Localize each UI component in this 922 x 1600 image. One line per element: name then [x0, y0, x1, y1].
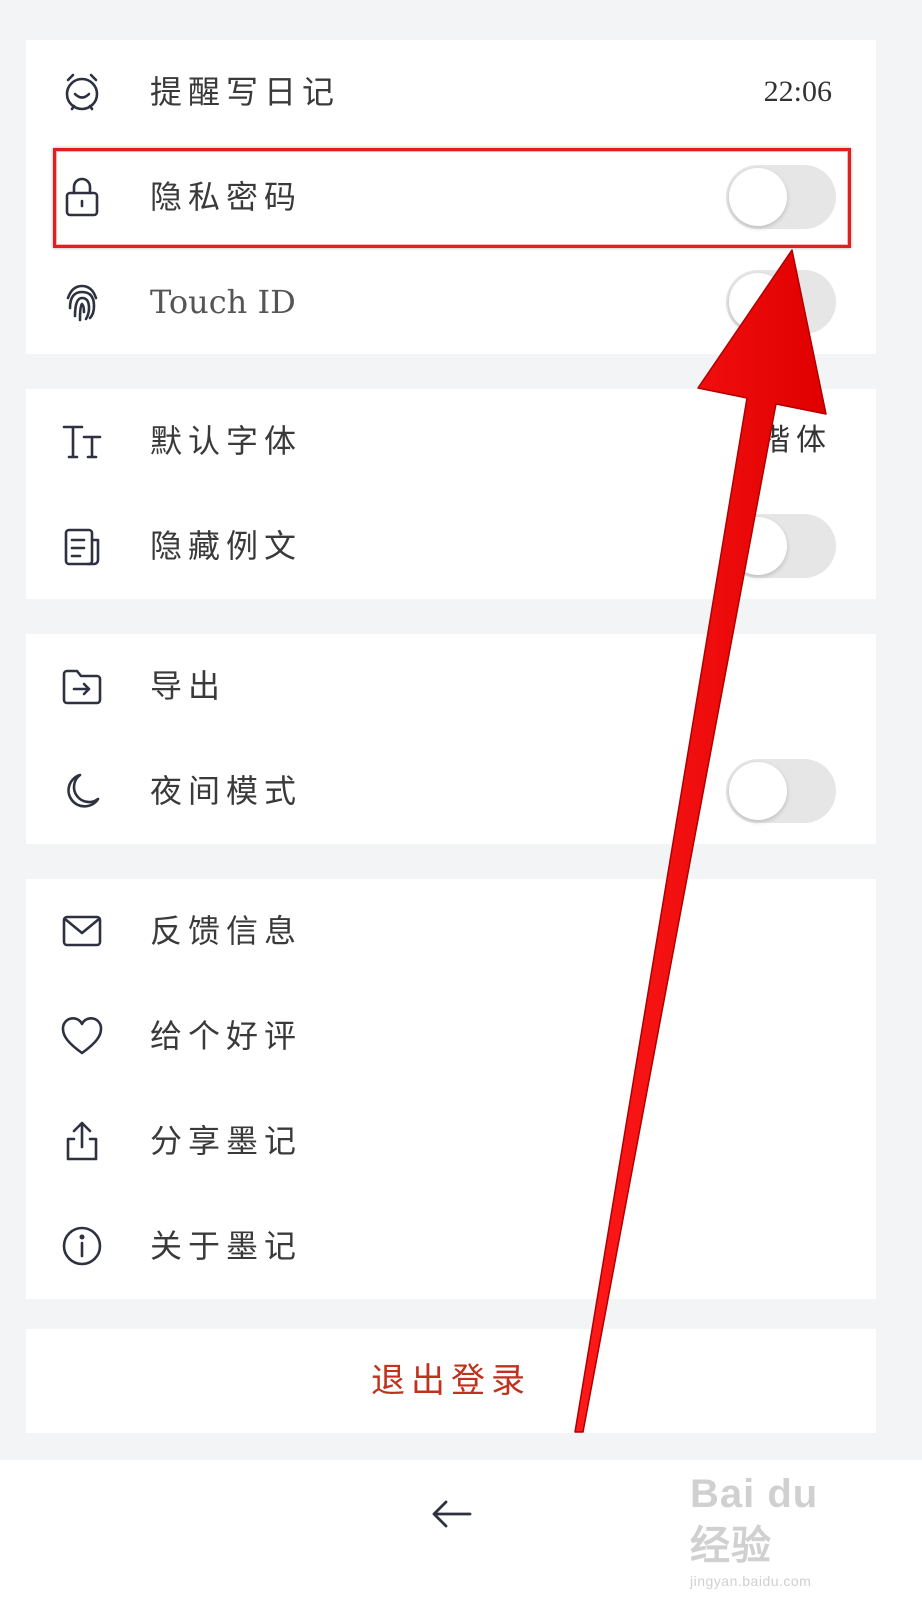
touch-id-row: Touch ID — [26, 250, 876, 354]
settings-group-writing: 默认字体 楷体 隐藏例文 — [26, 389, 876, 599]
moon-icon — [58, 767, 106, 815]
rate-label: 给个好评 — [150, 1017, 303, 1055]
settings-group-security: 提醒写日记 22:06 隐私密码 Touch ID — [26, 40, 876, 354]
toggle-knob — [729, 517, 787, 575]
export-row[interactable]: 导出 — [26, 634, 876, 738]
feedback-label: 反馈信息 — [150, 912, 303, 950]
baidu-jingyan-watermark: Bai du 经验 jingyan.baidu.com — [690, 1468, 860, 1589]
watermark-brand: Bai du 经验 — [690, 1472, 819, 1568]
alarm-clock-icon — [58, 68, 106, 116]
about-row[interactable]: 关于墨记 — [26, 1194, 876, 1298]
lock-icon — [58, 173, 106, 221]
toggle-knob — [729, 168, 787, 226]
info-icon — [58, 1222, 106, 1270]
logout-button[interactable]: 退出登录 — [26, 1329, 876, 1433]
reminder-time[interactable]: 22:06 — [764, 40, 832, 144]
heart-icon — [58, 1012, 106, 1060]
folder-export-icon — [58, 662, 106, 710]
default-font-value: 楷体 — [760, 423, 832, 458]
rate-row[interactable]: 给个好评 — [26, 984, 876, 1088]
feedback-row[interactable]: 反馈信息 — [26, 879, 876, 983]
settings-group-data: 导出 夜间模式 — [26, 634, 876, 844]
privacy-password-label: 隐私密码 — [150, 178, 303, 216]
share-row[interactable]: 分享墨记 — [26, 1089, 876, 1193]
about-label: 关于墨记 — [150, 1227, 303, 1265]
toggle-knob — [729, 273, 787, 331]
watermark-url: jingyan.baidu.com — [690, 1573, 812, 1589]
night-mode-row: 夜间模式 — [26, 739, 876, 843]
night-mode-toggle[interactable] — [726, 759, 836, 823]
hide-sample-toggle[interactable] — [726, 514, 836, 578]
reminder-row[interactable]: 提醒写日记 22:06 — [26, 40, 876, 144]
text-size-icon — [58, 417, 106, 465]
privacy-password-toggle[interactable] — [726, 165, 836, 229]
share-label: 分享墨记 — [150, 1122, 303, 1160]
share-icon — [58, 1117, 106, 1165]
logout-card: 退出登录 — [26, 1329, 876, 1433]
default-font-label: 默认字体 — [150, 422, 303, 460]
fingerprint-icon — [58, 278, 106, 326]
privacy-password-row: 隐私密码 — [26, 145, 876, 249]
reminder-label: 提醒写日记 — [150, 73, 341, 111]
mail-icon — [58, 907, 106, 955]
back-arrow-icon[interactable] — [426, 1488, 478, 1540]
document-icon — [58, 522, 106, 570]
default-font-row[interactable]: 默认字体 楷体 — [26, 389, 876, 493]
hide-sample-label: 隐藏例文 — [150, 527, 303, 565]
hide-sample-row: 隐藏例文 — [26, 494, 876, 598]
touch-id-toggle[interactable] — [726, 270, 836, 334]
night-mode-label: 夜间模式 — [150, 772, 303, 810]
settings-group-about: 反馈信息 给个好评 分享墨记 关于墨记 — [26, 879, 876, 1299]
export-label: 导出 — [150, 667, 227, 705]
touch-id-label: Touch ID — [150, 283, 296, 321]
toggle-knob — [729, 762, 787, 820]
